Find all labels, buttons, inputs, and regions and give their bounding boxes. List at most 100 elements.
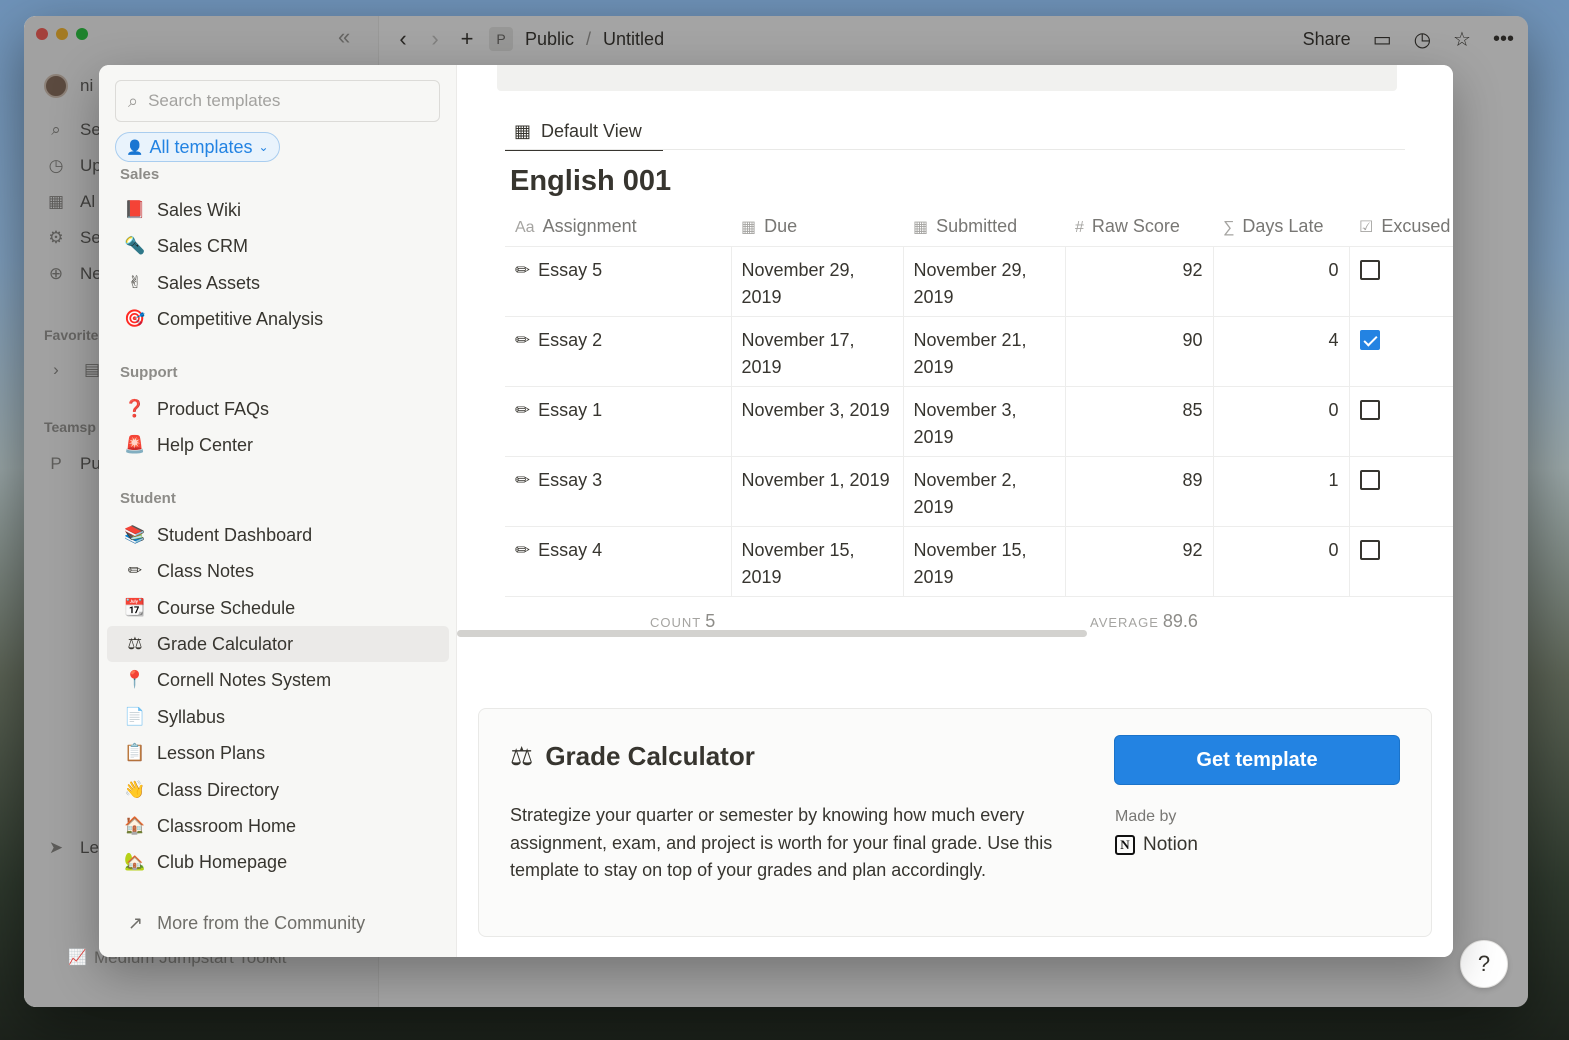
template-item-grade-calculator[interactable]: ⚖ Grade Calculator (107, 626, 449, 662)
column-label: Raw Score (1091, 216, 1180, 237)
template-item-label: Club Homepage (157, 851, 288, 872)
cell-days-late: 0 (1213, 386, 1350, 457)
calendar-icon: 📆 (124, 598, 146, 618)
template-item-label: Sales CRM (157, 235, 249, 256)
chevron-down-icon: ⌄ (258, 140, 269, 154)
calc-value: 89.6 (1162, 611, 1198, 631)
cell-raw-score[interactable]: 92 (1065, 246, 1214, 317)
excused-checkbox[interactable] (1359, 539, 1380, 560)
cell-raw-score[interactable]: 92 (1065, 526, 1214, 597)
count-calculation[interactable]: COUNT 5 (650, 611, 715, 632)
cell-due[interactable]: November 3, 2019 (731, 386, 904, 457)
column-header-due[interactable]: ▦ Due (731, 208, 903, 247)
column-label: Submitted (936, 216, 1018, 237)
template-info-card: ⚖ Grade Calculator Strategize your quart… (478, 708, 1432, 937)
table-row[interactable]: ✏ Essay 4 November 15, 2019 November 15, … (505, 526, 1453, 597)
template-item-class-directory[interactable]: 👋 Class Directory (107, 772, 449, 808)
template-item-cornell-notes[interactable]: 📍 Cornell Notes System (107, 662, 449, 698)
cell-due[interactable]: November 17, 2019 (731, 316, 904, 387)
cell-submitted[interactable]: November 3, 2019 (903, 386, 1066, 457)
pencil-icon: ✏ (127, 561, 143, 581)
template-item-label: Sales Assets (157, 272, 261, 293)
books-icon: 📚 (124, 525, 146, 545)
cell-excused (1349, 526, 1453, 597)
template-item-sales-crm[interactable]: 🔦 Sales CRM (107, 228, 449, 264)
cell-assignment[interactable]: ✏ Essay 5 (505, 246, 732, 317)
cell-raw-score[interactable]: 90 (1065, 316, 1214, 387)
excused-checkbox[interactable] (1359, 469, 1380, 490)
average-calculation[interactable]: AVERAGE 89.6 (1090, 611, 1198, 632)
column-header-submitted[interactable]: ▦ Submitted (903, 208, 1065, 247)
template-item-syllabus[interactable]: 📄 Syllabus (107, 699, 449, 735)
cell-submitted[interactable]: November 2, 2019 (903, 456, 1066, 527)
cell-due[interactable]: November 29, 2019 (731, 246, 904, 317)
template-item-competitive-analysis[interactable]: 🎯 Competitive Analysis (107, 301, 449, 337)
cell-submitted[interactable]: November 29, 2019 (903, 246, 1066, 317)
made-by-label: Made by (1115, 808, 1177, 825)
cell-raw-score[interactable]: 89 (1065, 456, 1214, 527)
cell-submitted[interactable]: November 15, 2019 (903, 526, 1066, 597)
template-item-lesson-plans[interactable]: 📋 Lesson Plans (107, 735, 449, 771)
help-button[interactable]: ? (1460, 940, 1508, 988)
scales-icon: ⚖ (510, 741, 534, 772)
template-item-sales-wiki[interactable]: 📕 Sales Wiki (107, 192, 449, 228)
callout-block (497, 65, 1397, 91)
template-search-box[interactable]: ⌕ (115, 80, 440, 122)
view-divider (505, 149, 1405, 150)
cell-text: Essay 2 (538, 329, 603, 350)
column-header-raw-score[interactable]: # Raw Score (1065, 208, 1213, 247)
tab-default-view[interactable]: ▦ Default View (505, 113, 663, 151)
table-row[interactable]: ✏ Essay 3 November 1, 2019 November 2, 20… (505, 456, 1453, 527)
template-item-label: Syllabus (157, 706, 226, 727)
table-row[interactable]: ✏ Essay 1 November 3, 2019 November 3, 20… (505, 386, 1453, 457)
excused-checkbox[interactable] (1359, 259, 1380, 280)
cell-assignment[interactable]: ✏ Essay 2 (505, 316, 732, 387)
cell-excused (1349, 456, 1453, 527)
horizontal-scrollbar[interactable] (457, 630, 1087, 637)
template-item-course-schedule[interactable]: 📆 Course Schedule (107, 590, 449, 626)
section-support: Support (120, 364, 178, 381)
excused-checkbox[interactable] (1359, 329, 1380, 350)
table-row[interactable]: ✏ Essay 5 November 29, 2019 November 29, … (505, 246, 1453, 317)
cell-assignment[interactable]: ✏ Essay 1 (505, 386, 732, 457)
notion-logo-icon: N (1115, 835, 1135, 855)
cell-assignment[interactable]: ✏ Essay 3 (505, 456, 732, 527)
table-row[interactable]: ✏ Essay 2 November 17, 2019 November 21, … (505, 316, 1453, 387)
template-item-classroom-home[interactable]: 🏠 Classroom Home (107, 808, 449, 844)
column-header-assignment[interactable]: Aa Assignment (505, 208, 731, 247)
column-header-excused[interactable]: ☑ Excused (1349, 208, 1453, 247)
template-item-sales-assets[interactable]: ✌ Sales Assets (107, 265, 449, 301)
more-from-community-link[interactable]: ↗ More from the Community (128, 913, 365, 934)
cell-days-late: 0 (1213, 246, 1350, 317)
red-book-icon: 📕 (124, 200, 146, 220)
template-item-label: Cornell Notes System (157, 669, 332, 690)
search-input[interactable] (148, 91, 427, 111)
table-icon: ▦ (514, 120, 532, 141)
template-item-label: Classroom Home (157, 815, 297, 836)
formula-sigma-icon: ∑ (1223, 219, 1235, 237)
cell-excused (1349, 246, 1453, 317)
template-item-label: Class Notes (157, 560, 255, 581)
template-description: Strategize your quarter or semester by k… (510, 805, 1053, 880)
template-item-product-faqs[interactable]: ❓ Product FAQs (107, 391, 449, 427)
template-item-club-homepage[interactable]: 🏡 Club Homepage (107, 844, 449, 880)
template-item-student-dashboard[interactable]: 📚 Student Dashboard (107, 517, 449, 553)
calendar-icon: ▦ (913, 219, 929, 237)
pencil-icon: ✏ (515, 399, 531, 421)
cell-due[interactable]: November 1, 2019 (731, 456, 904, 527)
checkbox-property-icon: ☑ (1359, 219, 1374, 237)
cell-due[interactable]: November 15, 2019 (731, 526, 904, 597)
get-template-button[interactable]: Get template (1114, 735, 1400, 785)
column-header-days-late[interactable]: ∑ Days Late (1213, 208, 1349, 247)
template-maker[interactable]: N Notion (1115, 834, 1198, 856)
template-item-help-center[interactable]: 🚨 Help Center (107, 427, 449, 463)
cell-raw-score[interactable]: 85 (1065, 386, 1214, 457)
cell-text: Essay 3 (538, 469, 603, 490)
all-templates-filter[interactable]: 👤 All templates ⌄ (115, 132, 280, 162)
cell-submitted[interactable]: November 21, 2019 (903, 316, 1066, 387)
template-title: ⚖ Grade Calculator (510, 741, 755, 772)
template-item-class-notes[interactable]: ✏ Class Notes (107, 553, 449, 589)
template-preview: ▦ Default View English 001 Aa Assignment … (457, 65, 1453, 957)
excused-checkbox[interactable] (1359, 399, 1380, 420)
cell-assignment[interactable]: ✏ Essay 4 (505, 526, 732, 597)
